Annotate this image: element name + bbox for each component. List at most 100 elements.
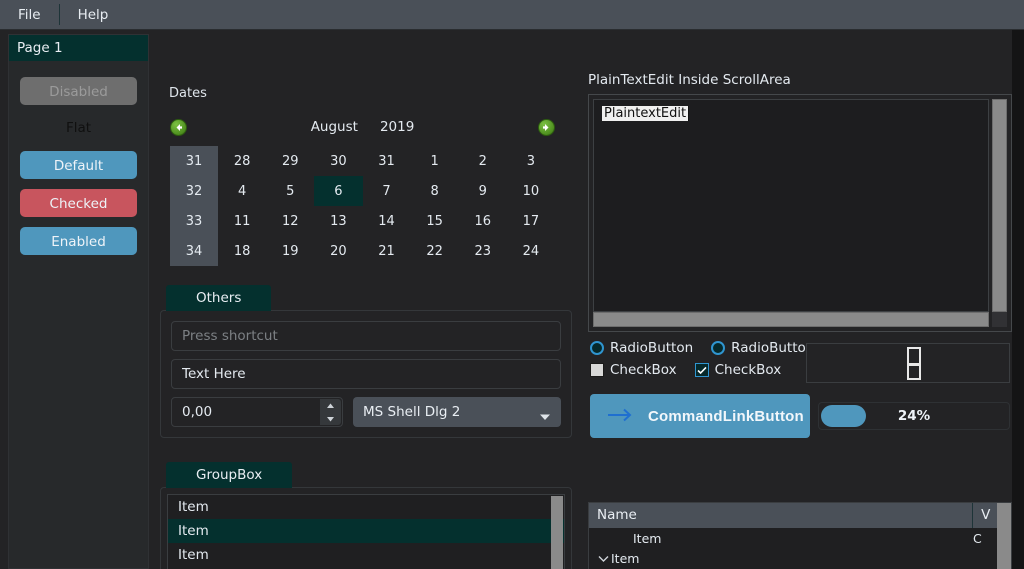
calendar-day-cell[interactable]: 19 xyxy=(266,236,314,266)
list-scrollbar[interactable] xyxy=(551,496,563,569)
disabled-button: Disabled xyxy=(20,77,137,105)
arrow-left-icon[interactable] xyxy=(170,118,187,136)
calendar-week-number: 32 xyxy=(170,176,219,206)
menu-item-file[interactable]: File xyxy=(0,0,59,29)
calendar-day-cell[interactable]: 15 xyxy=(411,206,459,236)
radiobutton-2[interactable]: RadioButton xyxy=(711,340,814,356)
calendar-day-cell[interactable]: 23 xyxy=(459,236,507,266)
list-item[interactable]: Item xyxy=(168,543,564,567)
calendar-day-cell[interactable]: 18 xyxy=(218,236,266,266)
calendar-day-cell[interactable]: 11 xyxy=(218,206,266,236)
font-combobox[interactable]: MS Shell Dlg 2 xyxy=(353,397,561,427)
calendar-day-cell[interactable]: 6 xyxy=(314,176,363,206)
arrow-right-icon[interactable] xyxy=(538,118,555,136)
slider-handle-nub xyxy=(909,363,919,366)
calendar-day-cell[interactable]: 30 xyxy=(314,146,362,176)
calendar-month[interactable]: August xyxy=(311,119,358,135)
calendar-day-cell[interactable]: 17 xyxy=(507,206,555,236)
calendar-week-row: 31 28 29 30 31 1 2 3 xyxy=(170,146,555,176)
quantity-stepper[interactable]: 0,00 xyxy=(171,397,343,427)
tree-row[interactable]: Item C xyxy=(589,528,1011,548)
list-item[interactable]: Item xyxy=(168,519,564,543)
radio-icon xyxy=(590,341,604,355)
checkbox-2[interactable]: CheckBox xyxy=(694,362,782,378)
checkbox-unchecked-icon xyxy=(590,363,604,377)
calendar-day-cell[interactable]: 3 xyxy=(507,146,555,176)
calendar-day-cell[interactable]: 13 xyxy=(314,206,362,236)
enabled-button[interactable]: Enabled xyxy=(20,227,137,255)
calendar-day-cell[interactable]: 20 xyxy=(314,236,362,266)
calendar-day-cell[interactable]: 21 xyxy=(363,236,411,266)
checkbox-2-label: CheckBox xyxy=(714,362,782,378)
calendar-title: August 2019 xyxy=(187,119,538,135)
radiobutton-2-label: RadioButton xyxy=(731,340,815,356)
calendar-day-cell[interactable]: 8 xyxy=(411,176,459,206)
plaintextedit-label: PlainTextEdit Inside ScrollArea xyxy=(588,72,791,88)
others-groupbox: Others 0,00 MS Shell Dl xyxy=(160,285,572,438)
menu-item-help[interactable]: Help xyxy=(60,0,127,29)
bottom-groupbox: GroupBox ItemItemItemItem xyxy=(160,462,572,569)
calendar-day-cell[interactable]: 28 xyxy=(218,146,266,176)
calendar-day-cell[interactable]: 9 xyxy=(459,176,507,206)
calendar-day-cell[interactable]: 29 xyxy=(266,146,314,176)
plaintextedit-text: PlaintextEdit xyxy=(602,106,690,121)
calendar-day-cell[interactable]: 12 xyxy=(266,206,314,236)
menu-bar: File Help xyxy=(0,0,1024,30)
scroll-area: PlaintextEdit xyxy=(588,94,1012,332)
scroll-area-horizontal-scrollbar[interactable] xyxy=(593,312,989,327)
calendar-day-cell[interactable]: 7 xyxy=(363,176,411,206)
tree-row-name: Item xyxy=(589,531,973,546)
spin-buttons[interactable] xyxy=(320,399,341,425)
tree-row[interactable]: Item xyxy=(589,548,1011,568)
command-link-button[interactable]: CommandLinkButton xyxy=(590,394,810,438)
list-item[interactable]: Item xyxy=(168,495,564,519)
progress-bar-label: 24% xyxy=(897,408,931,424)
scroll-area-vertical-scrollbar[interactable] xyxy=(992,99,1007,312)
chevron-down-icon[interactable] xyxy=(595,555,611,562)
tree-widget[interactable]: Name V ItemCItemItemItemC xyxy=(588,502,1012,569)
calendar-week-number: 34 xyxy=(170,236,219,266)
calendar-day-cell[interactable]: 10 xyxy=(507,176,555,206)
checkbox-1[interactable]: CheckBox xyxy=(590,362,677,378)
calendar-day-cell[interactable]: 2 xyxy=(459,146,507,176)
plaintextedit-input[interactable]: PlaintextEdit xyxy=(593,99,989,312)
spin-value: 0,00 xyxy=(182,404,213,420)
chevron-down-icon xyxy=(539,409,551,425)
calendar-year[interactable]: 2019 xyxy=(380,119,414,135)
tree-scrollbar[interactable] xyxy=(997,503,1011,569)
radiobutton-1[interactable]: RadioButton xyxy=(590,340,693,356)
calendar-week-row: 33 11 12 13 14 15 16 17 xyxy=(170,206,555,236)
plaintextedit-section: PlainTextEdit Inside ScrollArea Plaintex… xyxy=(588,72,1012,332)
calendar-week-row: 32 4 5 6 7 8 9 10 xyxy=(170,176,555,206)
list-widget[interactable]: ItemItemItemItem xyxy=(167,494,565,569)
sidebar-page-header[interactable]: Page 1 xyxy=(9,35,148,61)
calendar-day-cell[interactable]: 16 xyxy=(459,206,507,236)
checkbox-checked-icon xyxy=(694,363,709,377)
radio-row: RadioButton RadioButton xyxy=(590,340,814,356)
calendar-day-cell[interactable]: 4 xyxy=(218,176,266,206)
default-button[interactable]: Default xyxy=(20,151,137,179)
text-input[interactable] xyxy=(171,359,561,389)
spin-down-icon[interactable] xyxy=(320,412,341,425)
calendar-day-cell[interactable]: 22 xyxy=(411,236,459,266)
right-gutter xyxy=(1012,30,1024,569)
calendar-day-cell[interactable]: 14 xyxy=(363,206,411,236)
calendar-day-cell[interactable]: 31 xyxy=(363,146,411,176)
calendar-day-cell[interactable]: 24 xyxy=(507,236,555,266)
calendar-day-cell[interactable]: 1 xyxy=(411,146,459,176)
window-body: Page 1 Disabled Flat Default Checked Ena… xyxy=(0,30,1024,569)
calendar-day-cell[interactable]: 5 xyxy=(266,176,314,206)
tree-column-name[interactable]: Name xyxy=(589,503,974,528)
command-link-button-label: CommandLinkButton xyxy=(648,407,804,425)
groupbox-frame: ItemItemItemItem xyxy=(160,487,572,569)
flat-button[interactable]: Flat xyxy=(20,113,137,141)
tree-row-label: Item xyxy=(633,530,662,546)
tree-row-name: Item xyxy=(589,551,973,566)
others-groupbox-frame: 0,00 MS Shell Dlg 2 xyxy=(160,310,572,438)
calendar-grid: 31 28 29 30 31 1 2 3 32 4 5 6 7 8 9 10 33 11 12 13 14 15 16 17 3… xyxy=(170,146,555,266)
spin-up-icon[interactable] xyxy=(320,399,341,412)
checked-button[interactable]: Checked xyxy=(20,189,137,217)
calendar-week-number: 31 xyxy=(170,146,219,176)
shortcut-input[interactable] xyxy=(171,321,561,351)
slider-handle[interactable] xyxy=(907,347,921,380)
